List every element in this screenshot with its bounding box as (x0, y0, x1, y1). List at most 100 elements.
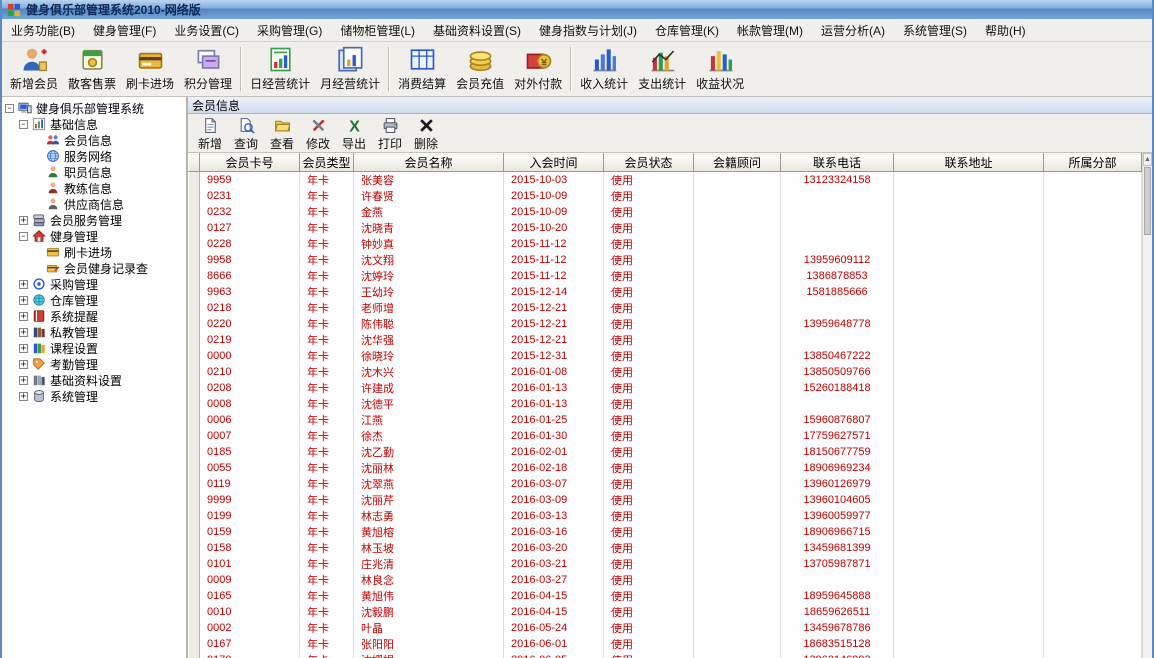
toolbar-button-points[interactable]: 积分管理 (179, 44, 237, 94)
tree-item-17[interactable]: +系统管理 (2, 388, 186, 404)
column-header-card-no[interactable]: 会员卡号 (200, 154, 300, 172)
column-header-member-type[interactable]: 会员类型 (300, 154, 354, 172)
panel-button-printer[interactable]: 打印 (373, 117, 407, 152)
menu-item-5[interactable]: 基础资料设置(S) (424, 18, 530, 43)
scroll-thumb[interactable] (1144, 167, 1151, 235)
menu-item-3[interactable]: 采购管理(G) (248, 18, 331, 43)
table-row[interactable]: 0010年卡沈毅鹏2016-04-15使用18659626511 (189, 604, 1142, 620)
table-row[interactable]: 0219年卡沈华强2015-12-21使用 (189, 332, 1142, 348)
table-row[interactable]: 0002年卡叶晶2016-05-24使用13459678786 (189, 620, 1142, 636)
tree-item-6[interactable]: +会员服务管理 (2, 212, 186, 228)
menu-item-7[interactable]: 仓库管理(K) (646, 18, 728, 43)
collapse-box-icon[interactable]: - (19, 120, 28, 129)
tree-item-9[interactable]: 会员健身记录查 (2, 260, 186, 276)
column-header-address[interactable]: 联系地址 (894, 154, 1044, 172)
table-row[interactable]: 0101年卡庄兆清2016-03-21使用13705987871 (189, 556, 1142, 572)
toolbar-button-expense-chart[interactable]: 支出统计 (633, 44, 691, 94)
expand-box-icon[interactable]: + (19, 376, 28, 385)
menu-item-2[interactable]: 业务设置(C) (165, 18, 248, 43)
tree-item-3[interactable]: 职员信息 (2, 164, 186, 180)
table-row[interactable]: 0006年卡江燕2016-01-25使用15960876807 (189, 412, 1142, 428)
table-row[interactable]: 0159年卡黄旭榕2016-03-16使用18906966715 (189, 524, 1142, 540)
tree-item-12[interactable]: +系统提醒 (2, 308, 186, 324)
panel-button-doc-search[interactable]: 查询 (229, 117, 263, 152)
table-row[interactable]: 0158年卡林玉坡2016-03-20使用13459681399 (189, 540, 1142, 556)
table-row[interactable]: 0218年卡老师增2015-12-21使用 (189, 300, 1142, 316)
table-row[interactable]: 9999年卡沈丽芹2016-03-09使用13960104605 (189, 492, 1142, 508)
tree-item-15[interactable]: +考勤管理 (2, 356, 186, 372)
table-row[interactable]: 0165年卡黄旭伟2016-04-15使用18959645888 (189, 588, 1142, 604)
expand-box-icon[interactable]: + (19, 216, 28, 225)
tree-item-10[interactable]: +采购管理 (2, 276, 186, 292)
table-row[interactable]: 9963年卡王幼玲2015-12-14使用1581885666 (189, 284, 1142, 300)
collapse-box-icon[interactable]: - (19, 232, 28, 241)
menu-item-6[interactable]: 健身指数与计划(J) (530, 18, 646, 43)
tree-item-11[interactable]: +仓库管理 (2, 292, 186, 308)
menu-item-11[interactable]: 帮助(H) (976, 18, 1035, 43)
tree-item-5[interactable]: 供应商信息 (2, 196, 186, 212)
toolbar-button-daily-report[interactable]: 日经营统计 (245, 44, 315, 94)
table-row[interactable]: 0199年卡林志勇2016-03-13使用13960059977 (189, 508, 1142, 524)
toolbar-button-member-add[interactable]: 新增会员 (5, 44, 63, 94)
table-scrollbar[interactable]: ▲ (1142, 153, 1152, 658)
column-header-join-date[interactable]: 入会时间 (504, 154, 604, 172)
titlebar[interactable]: 健身俱乐部管理系统2010-网络版 (2, 0, 1152, 19)
table-row[interactable]: 9958年卡沈文翔2015-11-12使用13959609112 (189, 252, 1142, 268)
tree-item-14[interactable]: +课程设置 (2, 340, 186, 356)
column-header-member-status[interactable]: 会员状态 (604, 154, 694, 172)
table-row[interactable]: 0208年卡许建成2016-01-13使用15260188418 (189, 380, 1142, 396)
tree-item-8[interactable]: 刷卡进场 (2, 244, 186, 260)
tree-item-13[interactable]: +私教管理 (2, 324, 186, 340)
menu-item-10[interactable]: 系统管理(S) (894, 18, 976, 43)
table-row[interactable]: 9959年卡张美容2015-10-03使用13123324158 (189, 172, 1142, 189)
toolbar-button-ticket-book[interactable]: 散客售票 (63, 44, 121, 94)
table-row[interactable]: 0228年卡钟妙真2015-11-12使用 (189, 236, 1142, 252)
toolbar-button-settle[interactable]: 消费结算 (393, 44, 451, 94)
toolbar-button-income-chart[interactable]: 收入统计 (575, 44, 633, 94)
table-row[interactable]: 0231年卡许春贤2015-10-09使用 (189, 188, 1142, 204)
table-row[interactable]: 0210年卡沈木兴2016-01-08使用13850509766 (189, 364, 1142, 380)
expand-box-icon[interactable]: + (19, 392, 28, 401)
column-header-branch[interactable]: 所属分部 (1044, 154, 1142, 172)
tree-item-16[interactable]: +基础资料设置 (2, 372, 186, 388)
panel-button-tools[interactable]: 修改 (301, 117, 335, 152)
tree-item-0[interactable]: -基础信息 (2, 116, 186, 132)
tree-item-7[interactable]: -健身管理 (2, 228, 186, 244)
column-header-advisor[interactable]: 会籍顾问 (694, 154, 781, 172)
expand-box-icon[interactable]: + (19, 360, 28, 369)
panel-button-excel-export[interactable]: X导出 (337, 117, 371, 152)
menu-item-4[interactable]: 储物柜管理(L) (331, 18, 424, 43)
tree-root[interactable]: -健身俱乐部管理系统 (2, 100, 186, 116)
toolbar-button-payment[interactable]: 对外付款 (509, 44, 567, 94)
tree-item-4[interactable]: 教练信息 (2, 180, 186, 196)
column-header-phone[interactable]: 联系电话 (781, 154, 894, 172)
column-header-member-name[interactable]: 会员名称 (354, 154, 504, 172)
toolbar-button-profit-chart[interactable]: 收益状况 (691, 44, 749, 94)
menu-item-9[interactable]: 运营分析(A) (812, 18, 894, 43)
expand-box-icon[interactable]: + (19, 312, 28, 321)
panel-button-delete-x[interactable]: 删除 (409, 117, 443, 152)
toolbar-button-card-swipe[interactable]: 刷卡进场 (121, 44, 179, 94)
expand-box-icon[interactable]: + (19, 344, 28, 353)
toolbar-button-recharge[interactable]: 会员充值 (451, 44, 509, 94)
table-row[interactable]: 0009年卡林良念2016-03-27使用 (189, 572, 1142, 588)
table-row[interactable]: 0055年卡沈丽林2016-02-18使用18906969234 (189, 460, 1142, 476)
panel-button-doc-new[interactable]: 新增 (193, 117, 227, 152)
tree-item-2[interactable]: 服务网络 (2, 148, 186, 164)
table-row[interactable]: 0170年卡沈姗娟2016-06-05使用13960146993 (189, 652, 1142, 658)
menu-item-0[interactable]: 业务功能(B) (2, 18, 84, 43)
panel-button-folder-open[interactable]: 查看 (265, 117, 299, 152)
table-row[interactable]: 0232年卡金燕2015-10-09使用 (189, 204, 1142, 220)
table-row[interactable]: 0127年卡沈晓青2015-10-20使用 (189, 220, 1142, 236)
table-row[interactable]: 8666年卡沈婷玲2015-11-12使用1386878853 (189, 268, 1142, 284)
table-row[interactable]: 0220年卡陈伟聪2015-12-21使用13959648778 (189, 316, 1142, 332)
expand-box-icon[interactable]: + (19, 280, 28, 289)
table-row[interactable]: 0185年卡沈乙勤2016-02-01使用18150677759 (189, 444, 1142, 460)
expand-box-icon[interactable]: + (19, 296, 28, 305)
collapse-box-icon[interactable]: - (5, 104, 14, 113)
table-row[interactable]: 0000年卡徐晓玲2015-12-31使用13850467222 (189, 348, 1142, 364)
menu-item-1[interactable]: 健身管理(F) (84, 18, 165, 43)
table-row[interactable]: 0007年卡徐杰2016-01-30使用17759627571 (189, 428, 1142, 444)
menu-item-8[interactable]: 帐款管理(M) (728, 18, 812, 43)
tree-item-1[interactable]: 会员信息 (2, 132, 186, 148)
